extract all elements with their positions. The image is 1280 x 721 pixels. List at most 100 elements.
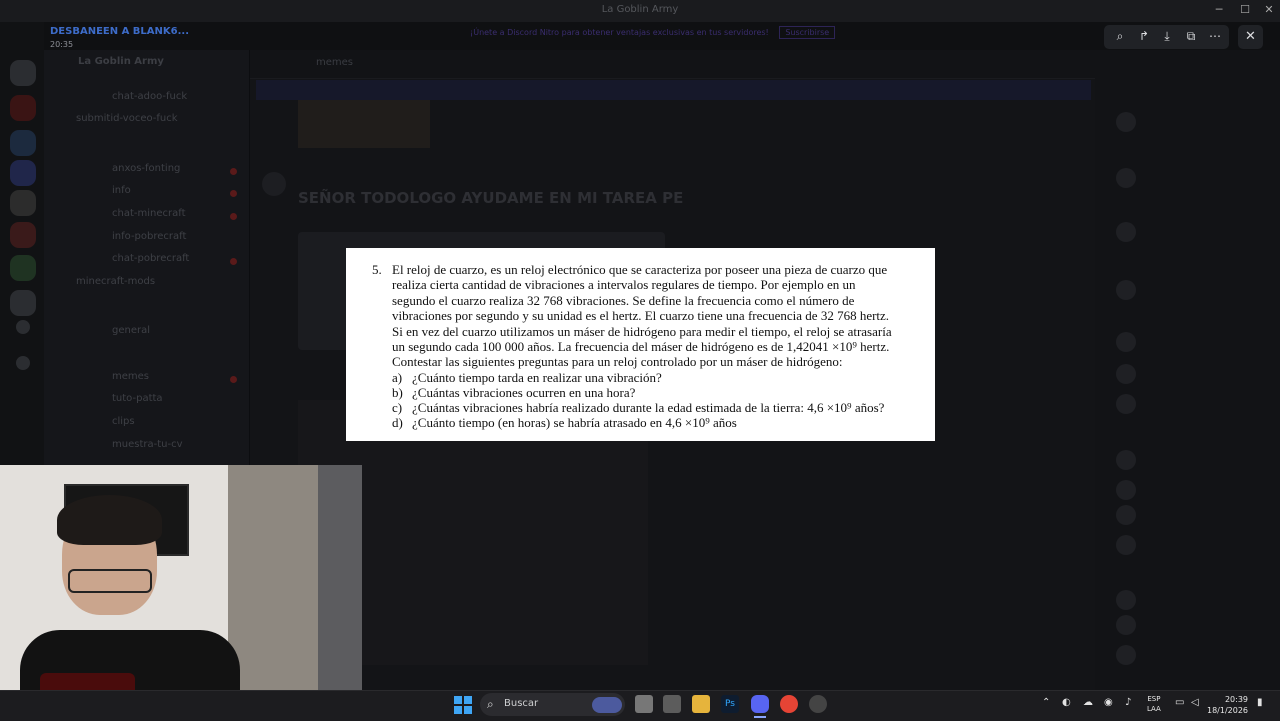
problem-line: El reloj de cuarzo, es un reloj electrón… bbox=[392, 262, 888, 277]
server-icon[interactable] bbox=[10, 190, 36, 216]
chrome-icon[interactable] bbox=[780, 695, 798, 713]
discord-icon[interactable] bbox=[751, 695, 769, 713]
forward-icon[interactable]: ↱ bbox=[1136, 29, 1152, 43]
member-avatar[interactable] bbox=[1116, 645, 1136, 665]
webcam-person-hair bbox=[57, 495, 162, 545]
question-letter: a) bbox=[392, 370, 403, 385]
member-avatar[interactable] bbox=[1116, 590, 1136, 610]
file-explorer-icon[interactable] bbox=[692, 695, 710, 713]
channel-item[interactable]: submitid-voceo-fuck bbox=[76, 113, 178, 124]
member-avatar[interactable] bbox=[1116, 364, 1136, 384]
language-indicator[interactable]: ESP LAA bbox=[1147, 694, 1161, 714]
channel-item[interactable]: muestra-tu-cv bbox=[112, 439, 183, 450]
previous-image[interactable] bbox=[298, 100, 430, 148]
search-highlight-icon[interactable] bbox=[592, 697, 622, 713]
webcam-closet bbox=[228, 465, 328, 690]
add-server-icon[interactable] bbox=[16, 320, 30, 334]
show-hidden-icons-icon[interactable]: ⌃ bbox=[1042, 697, 1050, 708]
maximize-icon[interactable]: ☐ bbox=[1235, 3, 1255, 16]
question-a: a) ¿Cuánto tiempo tarda en realizar una v… bbox=[392, 370, 662, 386]
member-avatar[interactable] bbox=[1116, 505, 1136, 525]
channel-item[interactable]: minecraft-mods bbox=[76, 276, 155, 287]
webcam-microphone bbox=[40, 673, 135, 690]
download-icon[interactable]: ⤓ bbox=[1159, 29, 1175, 44]
problem-line: segundo el cuarzo realiza 32 768 vibraci… bbox=[392, 292, 855, 308]
window-close-icon[interactable]: ✕ bbox=[1259, 3, 1279, 16]
channel-item[interactable]: chat-minecraft bbox=[112, 208, 186, 219]
user-name: DESBANEEN A BLANK6... bbox=[50, 26, 190, 37]
member-avatar[interactable] bbox=[1116, 222, 1136, 242]
server-icon[interactable] bbox=[10, 255, 36, 281]
channel-item[interactable]: chat-pobrecraft bbox=[112, 253, 189, 264]
volume-icon[interactable]: ◁ bbox=[1191, 697, 1199, 708]
zoom-icon[interactable]: ⌕ bbox=[1112, 29, 1128, 44]
open-external-icon[interactable]: ⧉ bbox=[1183, 29, 1199, 44]
channel-name: memes bbox=[316, 57, 353, 68]
member-avatar[interactable] bbox=[1116, 535, 1136, 555]
member-avatar[interactable] bbox=[1116, 394, 1136, 414]
question-d: d) ¿Cuánto tiempo (en horas) se habría at… bbox=[392, 415, 737, 431]
channel-item[interactable]: general bbox=[112, 325, 150, 336]
language-code: ESP bbox=[1147, 695, 1161, 703]
question-c: c) ¿Cuántas vibraciones habría realizado … bbox=[392, 400, 884, 416]
tray-app-icon[interactable]: ◉ bbox=[1104, 697, 1113, 708]
microphone-icon[interactable]: ♪ bbox=[1125, 697, 1131, 708]
system-clock[interactable]: 20:39 18/1/2026 bbox=[1207, 694, 1248, 716]
pinned-bar[interactable] bbox=[256, 80, 1091, 100]
network-icon[interactable]: ▭ bbox=[1175, 697, 1184, 708]
app-icon[interactable] bbox=[663, 695, 681, 713]
homework-image[interactable]: 5. El reloj de cuarzo, es un reloj elect… bbox=[346, 248, 935, 441]
nitro-banner-button[interactable]: Suscribirse bbox=[779, 26, 836, 39]
avatar[interactable] bbox=[262, 172, 286, 196]
channel-item[interactable]: info bbox=[112, 185, 131, 196]
channel-item[interactable]: info-pobrecraft bbox=[112, 231, 186, 242]
onedrive-icon[interactable]: ☁ bbox=[1083, 697, 1093, 708]
question-b: b) ¿Cuántas vibraciones ocurren en una ho… bbox=[392, 385, 635, 401]
question-text: ¿Cuántas vibraciones habría realizado du… bbox=[412, 400, 885, 415]
obs-icon[interactable] bbox=[809, 695, 827, 713]
photoshop-icon[interactable]: Ps bbox=[721, 695, 739, 713]
question-text: ¿Cuánto tiempo (en horas) se habría atra… bbox=[412, 415, 737, 430]
layout-code: LAA bbox=[1147, 705, 1161, 713]
unread-badge bbox=[230, 258, 237, 265]
member-avatar[interactable] bbox=[1116, 332, 1136, 352]
server-icon[interactable] bbox=[10, 222, 36, 248]
member-avatar[interactable] bbox=[1116, 112, 1136, 132]
member-avatar[interactable] bbox=[1116, 480, 1136, 500]
channel-item[interactable]: tuto-patta bbox=[112, 393, 163, 404]
active-app-indicator bbox=[754, 716, 766, 718]
more-options-icon[interactable]: ⋯ bbox=[1207, 29, 1223, 43]
server-icon[interactable] bbox=[10, 160, 36, 186]
question-letter: b) bbox=[392, 385, 403, 400]
member-avatar[interactable] bbox=[1116, 450, 1136, 470]
server-name[interactable]: La Goblin Army bbox=[78, 56, 164, 67]
problem-line: vibraciones por segundo y su unidad es e… bbox=[392, 308, 890, 324]
server-icon[interactable] bbox=[10, 60, 36, 86]
question-letter: c) bbox=[392, 400, 403, 415]
member-avatar[interactable] bbox=[1116, 280, 1136, 300]
windows-start-icon[interactable] bbox=[454, 696, 472, 714]
member-avatar[interactable] bbox=[1116, 615, 1136, 635]
nitro-banner-text: ¡Únete a Discord Nitro para obtener vent… bbox=[470, 28, 769, 37]
member-avatar[interactable] bbox=[1116, 168, 1136, 188]
window-title: La Goblin Army bbox=[601, 4, 679, 15]
unread-badge bbox=[230, 213, 237, 220]
channel-item[interactable]: clips bbox=[112, 416, 135, 427]
notification-icon[interactable]: ▮ bbox=[1257, 697, 1263, 708]
problem-line: Si en vez del cuarzo utilizamos un máser… bbox=[392, 323, 892, 339]
channel-item[interactable]: memes bbox=[112, 371, 149, 382]
viewer-close-button[interactable]: ✕ bbox=[1238, 25, 1263, 49]
server-icon[interactable] bbox=[10, 130, 36, 156]
task-view-icon[interactable] bbox=[635, 695, 653, 713]
post-title: SEÑOR TODOLOGO AYUDAME EN MI TAREA PE bbox=[298, 189, 684, 207]
server-icon[interactable] bbox=[10, 290, 36, 316]
server-icon[interactable] bbox=[10, 95, 36, 121]
problem-line: Contestar las siguientes preguntas para … bbox=[392, 354, 843, 370]
channel-item[interactable]: chat-adoo-fuck bbox=[112, 91, 187, 102]
tray-app-icon[interactable]: ◐ bbox=[1062, 697, 1071, 708]
channel-item[interactable]: anxos-fonting bbox=[112, 163, 180, 174]
explore-icon[interactable] bbox=[16, 356, 30, 370]
search-icon: ⌕ bbox=[487, 697, 494, 711]
minimize-icon[interactable]: ─ bbox=[1209, 3, 1229, 16]
question-text: ¿Cuántas vibraciones ocurren en una hora… bbox=[412, 385, 636, 400]
